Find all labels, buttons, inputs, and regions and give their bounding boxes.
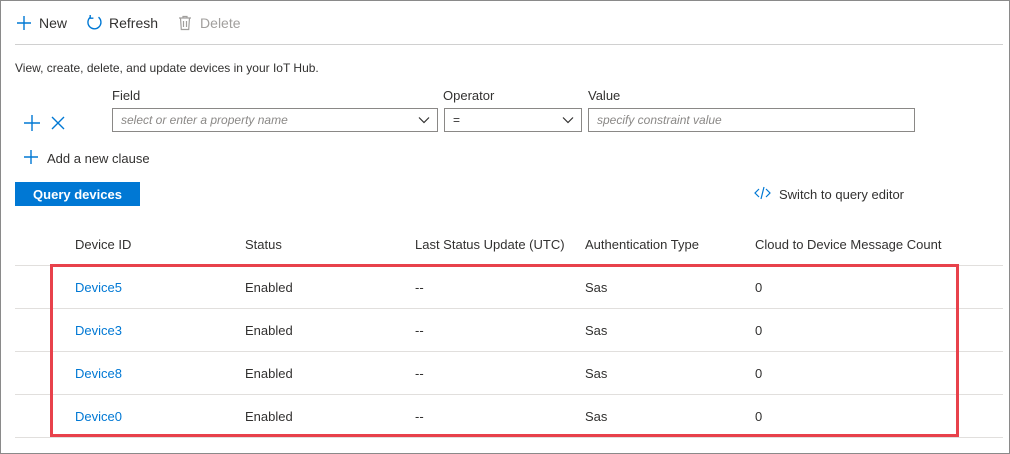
status-cell: Enabled [245, 409, 293, 424]
toolbar: New Refresh Delete [15, 1, 1003, 45]
status-cell: Enabled [245, 366, 293, 381]
last-update-cell: -- [415, 409, 424, 424]
message-count-cell: 0 [755, 409, 763, 424]
auth-type-cell: Sas [585, 366, 608, 381]
operator-select[interactable]: = [444, 108, 582, 132]
field-label: Field [112, 88, 141, 103]
column-device-id[interactable]: Device ID [75, 237, 131, 252]
message-count-cell: 0 [755, 280, 763, 295]
auth-type-cell: Sas [585, 323, 608, 338]
value-placeholder: specify constraint value [597, 113, 722, 127]
device-id-link[interactable]: Device5 [75, 280, 122, 295]
last-update-cell: -- [415, 280, 424, 295]
last-update-cell: -- [415, 366, 424, 381]
column-last-status-update[interactable]: Last Status Update (UTC) [415, 237, 565, 252]
add-clause-label: Add a new clause [47, 151, 150, 166]
add-clause-plus-icon[interactable] [23, 114, 41, 135]
switch-to-query-editor-link[interactable]: Switch to query editor [754, 186, 904, 203]
device-id-link[interactable]: Device0 [75, 409, 122, 424]
table-row[interactable]: Device5 Enabled -- Sas 0 [15, 266, 1003, 309]
query-devices-button[interactable]: Query devices [15, 182, 140, 206]
plus-icon [15, 14, 33, 32]
new-label: New [39, 14, 68, 31]
value-input[interactable]: specify constraint value [588, 108, 915, 132]
message-count-cell: 0 [755, 323, 763, 338]
status-cell: Enabled [245, 323, 293, 338]
plus-icon [23, 149, 39, 168]
trash-icon [176, 14, 194, 32]
switch-editor-label: Switch to query editor [779, 187, 905, 202]
refresh-icon [85, 14, 103, 32]
clause-controls [23, 114, 65, 135]
device-explorer-panel: New Refresh Delete View, create, delete,… [0, 0, 1010, 454]
field-input[interactable]: select or enter a property name [112, 108, 438, 132]
auth-type-cell: Sas [585, 409, 608, 424]
operator-value: = [453, 113, 461, 127]
chevron-down-icon[interactable] [417, 113, 431, 127]
delete-label: Delete [200, 14, 241, 31]
device-id-link[interactable]: Device3 [75, 323, 122, 338]
device-id-link[interactable]: Device8 [75, 366, 122, 381]
page-description: View, create, delete, and update devices… [15, 61, 319, 75]
table-header: Device ID Status Last Status Update (UTC… [15, 223, 1003, 266]
code-icon [754, 186, 771, 203]
operator-label: Operator [443, 88, 495, 103]
last-update-cell: -- [415, 323, 424, 338]
add-clause-button[interactable]: Add a new clause [23, 149, 150, 168]
refresh-label: Refresh [109, 14, 159, 31]
new-button[interactable]: New [15, 14, 67, 32]
table-row[interactable]: Device8 Enabled -- Sas 0 [15, 352, 1003, 395]
chevron-down-icon[interactable] [561, 113, 575, 127]
message-count-cell: 0 [755, 366, 763, 381]
table-row[interactable]: Device0 Enabled -- Sas 0 [15, 395, 1003, 438]
delete-button[interactable]: Delete [176, 14, 241, 32]
refresh-button[interactable]: Refresh [85, 14, 158, 32]
column-status[interactable]: Status [245, 237, 282, 252]
status-cell: Enabled [245, 280, 293, 295]
table-row[interactable]: Device3 Enabled -- Sas 0 [15, 309, 1003, 352]
remove-clause-close-icon[interactable] [51, 116, 65, 133]
field-placeholder: select or enter a property name [121, 113, 288, 127]
value-label: Value [588, 88, 621, 103]
column-authentication-type[interactable]: Authentication Type [585, 237, 699, 252]
auth-type-cell: Sas [585, 280, 608, 295]
column-message-count[interactable]: Cloud to Device Message Count [755, 237, 941, 252]
